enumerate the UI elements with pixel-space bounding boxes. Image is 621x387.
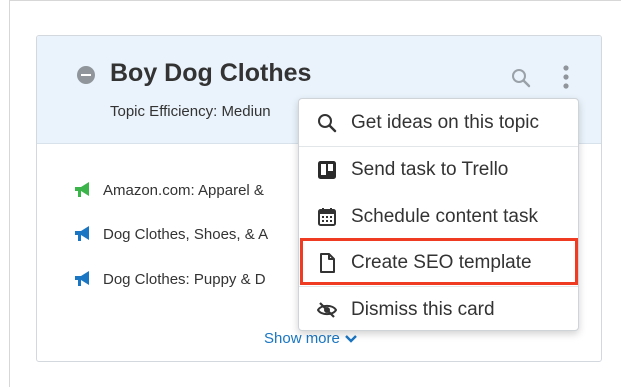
- menu-item-label: Send task to Trello: [351, 159, 509, 180]
- menu-item-label: Schedule content task: [351, 206, 538, 227]
- menu-item-dismiss-card[interactable]: Dismiss this card: [299, 287, 578, 333]
- list-item-text: Amazon.com: Apparel &: [103, 181, 264, 199]
- collapse-minus-icon[interactable]: [77, 66, 95, 84]
- menu-item-label: Dismiss this card: [351, 299, 495, 320]
- list-item[interactable]: Dog Clothes: Puppy & D: [73, 268, 266, 290]
- search-icon: [317, 113, 337, 133]
- trello-icon: [317, 160, 337, 180]
- topic-efficiency: Topic Efficiency: Mediun: [110, 103, 271, 120]
- list-item[interactable]: Dog Clothes, Shoes, & A: [73, 223, 268, 245]
- left-border: [9, 0, 10, 387]
- list-item[interactable]: Amazon.com: Apparel &: [73, 179, 264, 201]
- top-border: [10, 0, 621, 1]
- card-options-menu: Get ideas on this topic Send task to Tre…: [298, 98, 579, 331]
- search-icon[interactable]: [511, 68, 531, 88]
- menu-item-get-ideas[interactable]: Get ideas on this topic: [299, 100, 578, 146]
- megaphone-icon: [73, 225, 93, 243]
- chevron-down-icon: [345, 334, 357, 343]
- list-item-text: Dog Clothes, Shoes, & A: [103, 225, 269, 243]
- card-title: Boy Dog Clothes: [110, 59, 312, 87]
- eye-slash-icon: [316, 300, 338, 320]
- megaphone-icon: [73, 181, 93, 199]
- page: Boy Dog Clothes Topic Efficiency: Mediun: [0, 0, 621, 387]
- list-item-text: Dog Clothes: Puppy & D: [103, 270, 266, 288]
- menu-item-label: Get ideas on this topic: [351, 112, 539, 133]
- menu-item-schedule-task[interactable]: Schedule content task: [299, 194, 578, 240]
- highlight-box: [300, 238, 578, 285]
- megaphone-icon: [73, 270, 93, 288]
- more-options-icon[interactable]: [558, 64, 574, 90]
- menu-item-send-trello[interactable]: Send task to Trello: [299, 147, 578, 193]
- calendar-icon: [317, 207, 337, 227]
